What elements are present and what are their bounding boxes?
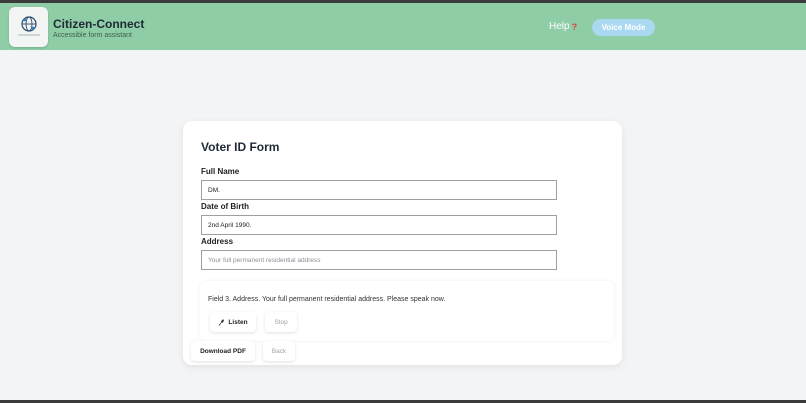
back-button[interactable]: Back [263, 341, 295, 361]
date-of-birth-label: Date of Birth [201, 202, 249, 211]
microphone-icon [218, 318, 225, 326]
help-link[interactable]: Help ? [549, 21, 577, 32]
globe-logo-icon [17, 16, 40, 36]
help-label: Help [549, 21, 570, 32]
brand-title: Citizen-Connect [53, 17, 145, 31]
listen-label: Listen [228, 318, 248, 326]
voice-prompt-panel: Field 3. Address. Your full permanent re… [200, 281, 614, 341]
form-card: Voter ID Form Full Name Date of Birth Ad… [183, 121, 622, 365]
question-mark-icon: ? [571, 21, 578, 32]
app-window: Citizen-Connect Accessible form assistan… [0, 3, 806, 400]
listen-button[interactable]: Listen [210, 312, 256, 332]
form-title: Voter ID Form [201, 140, 280, 154]
full-name-input[interactable] [201, 180, 557, 200]
voice-prompt-text: Field 3. Address. Your full permanent re… [208, 296, 446, 303]
top-header: Citizen-Connect Accessible form assistan… [0, 3, 806, 50]
voice-mode-button[interactable]: Voice Mode [592, 19, 655, 36]
stop-button[interactable]: Stop [265, 312, 297, 332]
address-label: Address [201, 237, 234, 246]
brand-subtitle: Accessible form assistant [53, 32, 132, 39]
app-logo[interactable] [9, 7, 48, 47]
download-pdf-button[interactable]: Download PDF [191, 341, 255, 361]
address-input[interactable] [201, 250, 557, 270]
date-of-birth-input[interactable] [201, 215, 557, 235]
full-name-label: Full Name [201, 167, 240, 176]
